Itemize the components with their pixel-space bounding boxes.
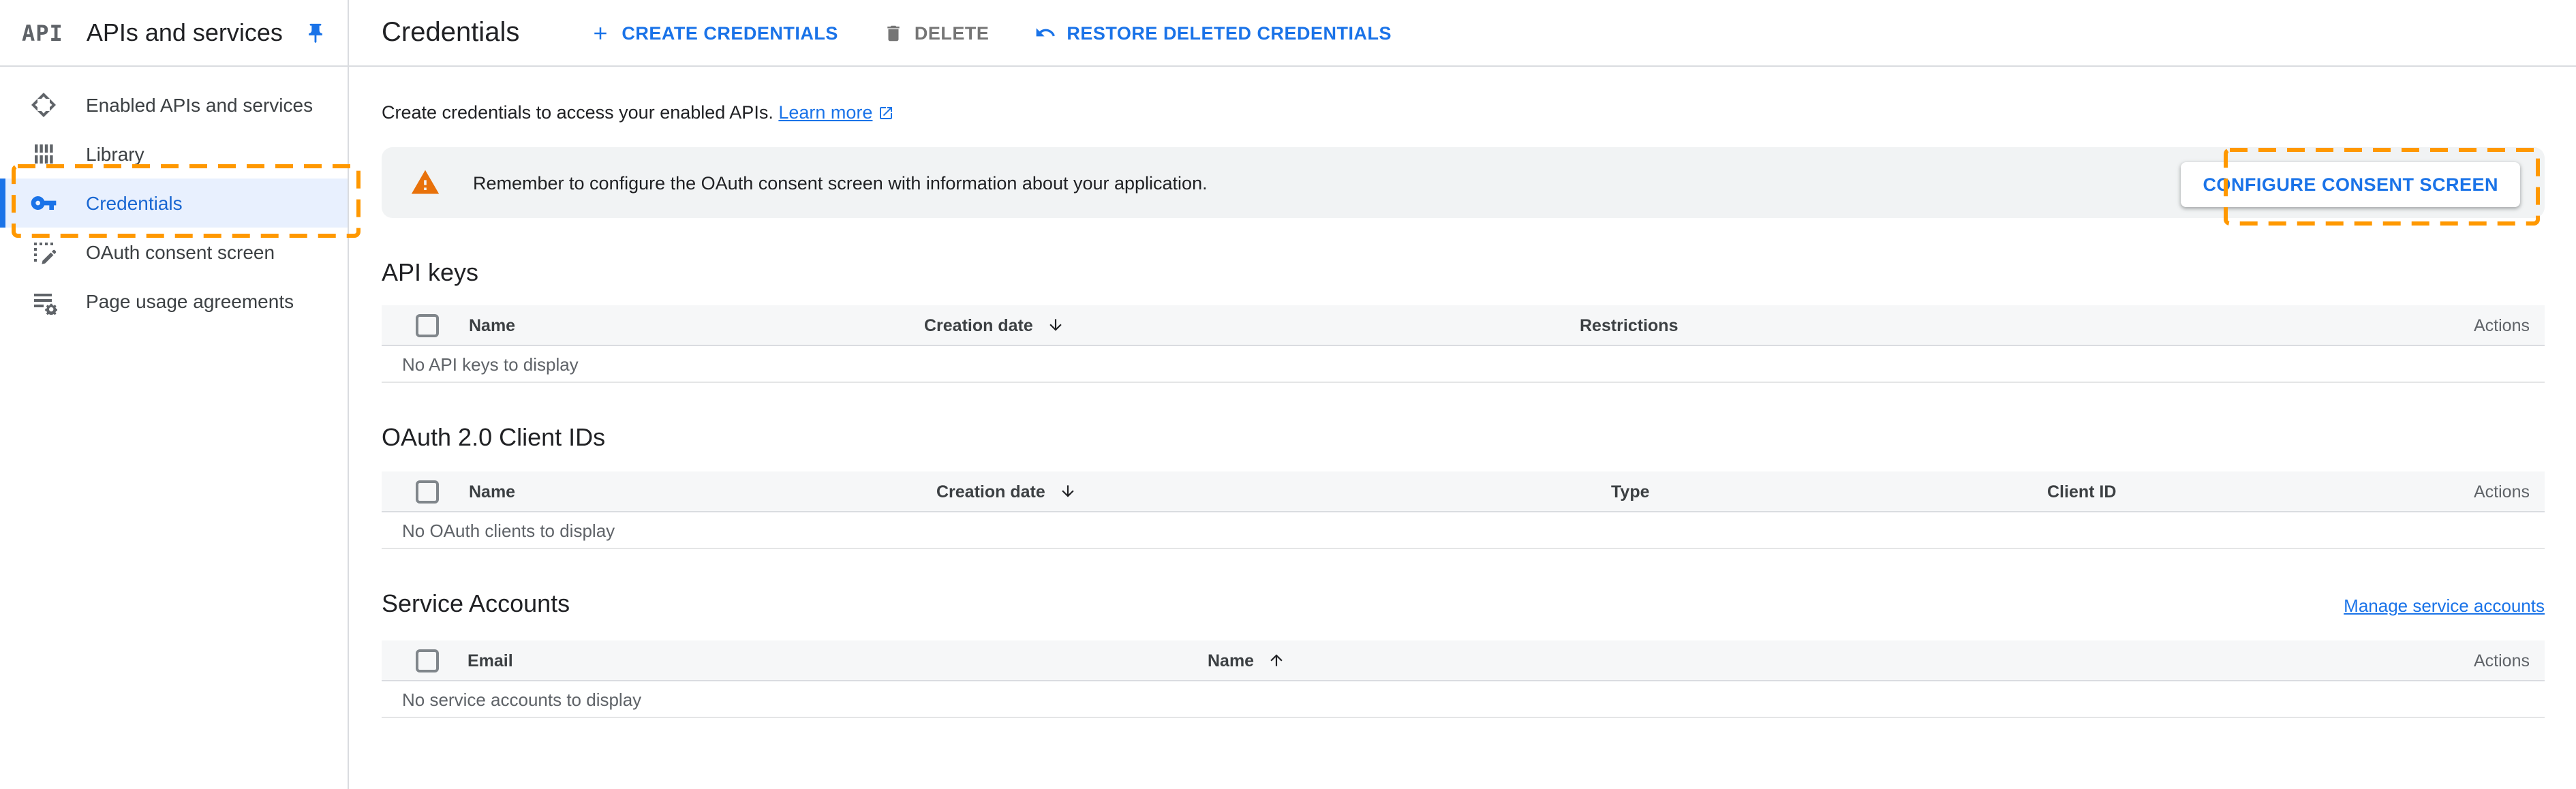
undo-icon <box>1034 22 1056 44</box>
service-accounts-section-header: Service Accounts Manage service accounts <box>382 587 2545 623</box>
column-header-type: Type <box>1611 482 1650 501</box>
api-keys-table-header: Name Creation date Restrictions Actions <box>382 305 2545 346</box>
learn-more-link[interactable]: Learn more <box>778 102 872 123</box>
enabled-apis-icon <box>29 91 59 119</box>
main-content: Create credentials to access your enable… <box>349 67 2576 789</box>
select-all-checkbox[interactable] <box>416 649 439 672</box>
sidebar-item-page-usage[interactable]: Page usage agreements <box>0 277 348 326</box>
library-icon <box>29 140 59 168</box>
sort-desc-icon <box>1059 482 1077 500</box>
column-header-client-id: Client ID <box>2047 482 2116 501</box>
configure-consent-screen-button[interactable]: CONFIGURE CONSENT SCREEN <box>2181 162 2520 207</box>
service-accounts-section-title: Service Accounts <box>382 587 570 620</box>
sort-desc-icon <box>1047 316 1064 334</box>
trash-icon <box>883 22 904 43</box>
sort-asc-icon <box>1268 651 1285 669</box>
sidebar-item-label: Library <box>86 143 144 165</box>
oauth-warning-banner: Remember to configure the OAuth consent … <box>382 147 2545 218</box>
oauth-clients-table: Name Creation date Type Client ID Action… <box>382 471 2545 549</box>
oauth-clients-table-header: Name Creation date Type Client ID Action… <box>382 471 2545 512</box>
sidebar-header: API APIs and services <box>0 0 348 67</box>
oauth-clients-empty-row: No OAuth clients to display <box>382 512 2545 549</box>
sidebar-item-library[interactable]: Library <box>0 129 348 179</box>
column-header-restrictions: Restrictions <box>1580 315 1678 335</box>
oauth-clients-section-title: OAuth 2.0 Client IDs <box>382 421 2545 454</box>
page-usage-icon <box>29 288 59 315</box>
page-title: Credentials <box>382 17 519 48</box>
sidebar-item-label: OAuth consent screen <box>86 241 275 263</box>
api-keys-empty-row: No API keys to display <box>382 346 2545 383</box>
sidebar-item-label: Credentials <box>86 192 183 214</box>
column-header-email[interactable]: Email <box>467 651 513 670</box>
key-icon <box>29 189 59 217</box>
column-header-name[interactable]: Name <box>469 315 515 335</box>
sidebar-item-oauth-consent[interactable]: OAuth consent screen <box>0 228 348 277</box>
sidebar-item-label: Enabled APIs and services <box>86 94 313 116</box>
restore-deleted-credentials-button[interactable]: RESTORE DELETED CREDENTIALS <box>1034 22 1392 44</box>
select-all-checkbox[interactable] <box>416 480 439 503</box>
service-accounts-table: Email Name Actions No service accounts t… <box>382 640 2545 718</box>
api-keys-table: Name Creation date Restrictions Actions … <box>382 305 2545 383</box>
banner-message: Remember to configure the OAuth consent … <box>473 172 1208 193</box>
warning-icon <box>410 168 440 198</box>
intro-text: Create credentials to access your enable… <box>382 102 2545 125</box>
service-accounts-table-header: Email Name Actions <box>382 640 2545 681</box>
pin-icon[interactable] <box>304 21 327 44</box>
column-header-actions: Actions <box>2474 482 2530 501</box>
external-link-icon <box>878 105 894 125</box>
column-header-creation-date[interactable]: Creation date <box>924 315 1064 335</box>
api-logo: API <box>22 20 63 46</box>
column-header-name[interactable]: Name <box>1208 651 1285 670</box>
sidebar-item-credentials[interactable]: Credentials <box>0 179 348 228</box>
gcp-apis-services-credentials-page: API APIs and services Enabled APIs and s… <box>0 0 2576 789</box>
manage-service-accounts-link[interactable]: Manage service accounts <box>2344 590 2545 623</box>
column-header-actions: Actions <box>2474 651 2530 670</box>
column-header-creation-date[interactable]: Creation date <box>936 482 1077 501</box>
plus-icon <box>590 22 611 43</box>
topbar: Credentials CREATE CREDENTIALS DELETE RE… <box>349 0 2576 67</box>
api-keys-section-title: API keys <box>382 256 2545 289</box>
create-credentials-button[interactable]: CREATE CREDENTIALS <box>590 22 838 43</box>
column-header-name[interactable]: Name <box>469 482 515 501</box>
delete-button[interactable]: DELETE <box>883 22 990 43</box>
sidebar: API APIs and services Enabled APIs and s… <box>0 0 349 789</box>
app-title: APIs and services <box>87 18 283 47</box>
select-all-checkbox[interactable] <box>416 313 439 337</box>
sidebar-item-label: Page usage agreements <box>86 290 294 312</box>
oauth-consent-icon <box>29 238 59 266</box>
sidebar-nav: Enabled APIs and services Library Creden… <box>0 67 348 326</box>
column-header-actions: Actions <box>2474 315 2530 335</box>
sidebar-item-enabled-apis[interactable]: Enabled APIs and services <box>0 80 348 129</box>
service-accounts-empty-row: No service accounts to display <box>382 681 2545 718</box>
